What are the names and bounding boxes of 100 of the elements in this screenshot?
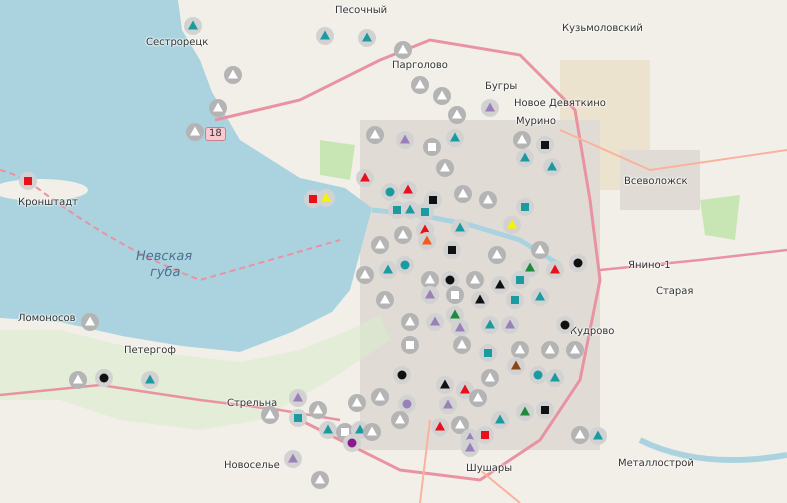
square-marker-icon[interactable] [443,241,461,259]
triangle-marker-icon[interactable] [311,471,329,489]
triangle-marker-icon[interactable] [436,159,454,177]
triangle-marker-icon[interactable] [454,185,472,203]
square-marker-icon[interactable] [536,401,554,419]
triangle-marker-icon[interactable] [371,388,389,406]
triangle-marker-icon[interactable] [531,288,549,306]
triangle-marker-icon[interactable] [503,216,521,234]
triangle-marker-icon[interactable] [209,99,227,117]
road-number: 18 [205,127,226,141]
place-label: Мурино [516,117,556,127]
triangle-marker-icon[interactable] [436,376,454,394]
triangle-marker-icon[interactable] [507,357,525,375]
dot-marker-icon[interactable] [343,434,361,452]
triangle-marker-icon[interactable] [516,149,534,167]
triangle-marker-icon[interactable] [481,99,499,117]
place-label: Сестрорецк [146,38,208,48]
triangle-marker-icon[interactable] [289,389,307,407]
square-marker-icon[interactable] [476,426,494,444]
dot-marker-icon[interactable] [529,366,547,384]
triangle-marker-icon[interactable] [481,316,499,334]
triangle-marker-icon[interactable] [184,17,202,35]
triangle-marker-icon[interactable] [319,421,337,439]
triangle-marker-icon[interactable] [471,291,489,309]
square-marker-icon[interactable] [479,344,497,362]
triangle-marker-icon[interactable] [421,286,439,304]
dot-marker-icon[interactable] [396,256,414,274]
triangle-marker-icon[interactable] [396,131,414,149]
triangle-marker-icon[interactable] [501,316,519,334]
triangle-marker-icon[interactable] [376,291,394,309]
triangle-marker-icon[interactable] [356,169,374,187]
triangle-marker-icon[interactable] [358,29,376,47]
square-marker-icon[interactable] [536,136,554,154]
triangle-marker-icon[interactable] [141,371,159,389]
triangle-marker-icon[interactable] [451,416,469,434]
triangle-marker-icon[interactable] [479,191,497,209]
triangle-marker-icon[interactable] [448,106,466,124]
square-marker-icon[interactable] [511,271,529,289]
triangle-marker-icon[interactable] [284,450,302,468]
triangle-marker-icon[interactable] [394,41,412,59]
triangle-marker-icon[interactable] [433,87,451,105]
triangle-marker-icon[interactable] [394,226,412,244]
triangle-marker-icon[interactable] [546,369,564,387]
triangle-marker-icon[interactable] [543,158,561,176]
triangle-marker-icon[interactable] [379,261,397,279]
triangle-marker-icon[interactable] [453,336,471,354]
triangle-marker-icon[interactable] [488,246,506,264]
dot-marker-icon[interactable] [393,366,411,384]
dot-marker-icon[interactable] [441,271,459,289]
triangle-marker-icon[interactable] [461,439,479,457]
triangle-marker-icon[interactable] [356,266,374,284]
triangle-marker-icon[interactable] [69,371,87,389]
triangle-marker-icon[interactable] [466,271,484,289]
triangle-marker-icon[interactable] [481,369,499,387]
dot-marker-icon[interactable] [95,369,113,387]
triangle-marker-icon[interactable] [511,341,529,359]
square-marker-icon[interactable] [446,286,464,304]
square-marker-icon[interactable] [423,138,441,156]
triangle-marker-icon[interactable] [571,426,589,444]
triangle-marker-icon[interactable] [531,241,549,259]
triangle-marker-icon[interactable] [451,219,469,237]
triangle-marker-icon[interactable] [451,319,469,337]
triangle-marker-icon[interactable] [469,389,487,407]
square-marker-icon[interactable] [416,203,434,221]
triangle-marker-icon[interactable] [426,313,444,331]
triangle-marker-icon[interactable] [589,427,607,445]
triangle-marker-icon[interactable] [491,411,509,429]
dot-marker-icon[interactable] [398,395,416,413]
triangle-marker-icon[interactable] [309,401,327,419]
place-label: Кудрово [570,327,614,337]
triangle-marker-icon[interactable] [224,66,242,84]
triangle-marker-icon[interactable] [186,123,204,141]
triangle-marker-icon[interactable] [411,76,429,94]
triangle-marker-icon[interactable] [446,129,464,147]
triangle-marker-icon[interactable] [418,232,436,250]
triangle-marker-icon[interactable] [371,236,389,254]
triangle-marker-icon[interactable] [366,126,384,144]
triangle-marker-icon[interactable] [363,423,381,441]
triangle-marker-icon[interactable] [348,394,366,412]
dot-marker-icon[interactable] [569,254,587,272]
triangle-marker-icon[interactable] [513,131,531,149]
dot-marker-icon[interactable] [381,183,399,201]
square-marker-icon[interactable] [19,172,37,190]
triangle-marker-icon[interactable] [491,276,509,294]
square-marker-icon[interactable] [401,336,419,354]
triangle-marker-icon[interactable] [566,341,584,359]
triangle-marker-icon[interactable] [516,403,534,421]
triangle-marker-icon[interactable] [541,341,559,359]
triangle-marker-icon[interactable] [546,261,564,279]
square-marker-icon[interactable] [516,198,534,216]
square-marker-icon[interactable] [289,409,307,427]
triangle-marker-icon[interactable] [391,411,409,429]
triangle-marker-icon[interactable] [399,181,417,199]
triangle-marker-icon[interactable] [431,418,449,436]
triangle-marker-icon[interactable] [401,313,419,331]
triangle-marker-icon[interactable] [439,396,457,414]
triangle-marker-icon[interactable] [316,27,334,45]
triangle-marker-icon[interactable] [81,313,99,331]
square-marker-icon[interactable] [304,190,322,208]
square-marker-icon[interactable] [506,291,524,309]
